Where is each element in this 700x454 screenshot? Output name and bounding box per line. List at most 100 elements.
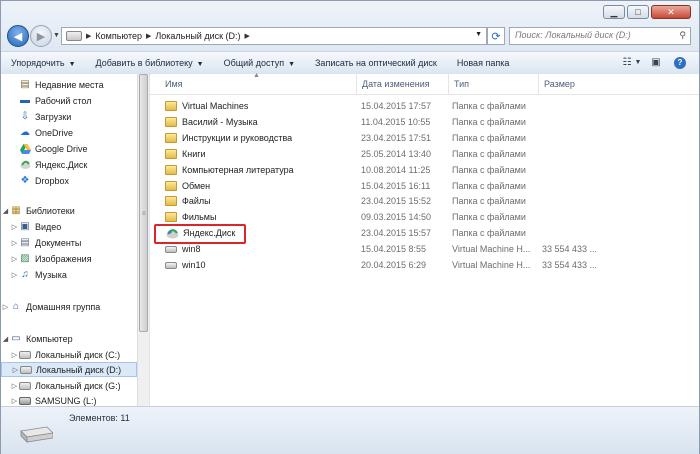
- refresh-button[interactable]: ⟳: [487, 27, 505, 45]
- sidebar-item-drive-d[interactable]: ▷ Локальный диск (D:): [1, 362, 137, 377]
- burn-button[interactable]: Записать на оптический диск: [305, 58, 447, 68]
- file-name: Обмен: [182, 180, 211, 191]
- drive-icon: [66, 31, 82, 41]
- file-name-cell[interactable]: Василий - Музыка: [165, 114, 355, 130]
- expand-icon[interactable]: ▷: [10, 351, 19, 359]
- sidebar-item-computer[interactable]: ◢ ▭ Компьютер: [1, 331, 137, 346]
- preview-pane-button[interactable]: ▣: [647, 55, 665, 70]
- sidebar-item-downloads[interactable]: ⇩ Загрузки: [1, 109, 137, 124]
- expand-icon[interactable]: ▷: [10, 223, 19, 231]
- sidebar-scrollbar-thumb[interactable]: ≡: [139, 74, 148, 332]
- virtual-disk-icon: [165, 261, 177, 269]
- expand-icon[interactable]: ▷: [1, 303, 10, 311]
- file-type: Папка с файлами: [452, 180, 526, 191]
- organize-button[interactable]: Упорядочить ▼: [1, 58, 86, 68]
- table-row[interactable]: Книги 25.05.2014 13:40 Папка с файлами: [150, 146, 699, 162]
- sidebar-item-dropbox[interactable]: ❖ Dropbox: [1, 173, 137, 188]
- file-size: [542, 162, 622, 178]
- sidebar-item-google-drive[interactable]: Google Drive: [1, 141, 137, 156]
- sidebar-item-drive-l[interactable]: ▷ SAMSUNG (L:): [1, 393, 137, 406]
- expand-icon[interactable]: ▷: [10, 255, 19, 263]
- file-size: [542, 114, 622, 130]
- hard-drive-icon: [19, 380, 31, 391]
- table-row[interactable]: win10 20.04.2015 6:29 Virtual Machine H...…: [150, 257, 699, 273]
- sidebar-item-recent-places[interactable]: ▤ Недавние места: [1, 77, 137, 92]
- refresh-icon: ⟳: [491, 30, 501, 43]
- sidebar-item-label: Загрузки: [35, 111, 72, 122]
- breadcrumb-arrow-icon[interactable]: ▶: [146, 32, 151, 40]
- expand-icon[interactable]: ▷: [10, 382, 19, 390]
- file-name-cell[interactable]: Компьютерная литература: [165, 162, 355, 178]
- table-row[interactable]: Файлы 23.04.2015 15:52 Папка с файлами: [150, 193, 699, 209]
- recent-pages-dropdown[interactable]: ▼: [53, 32, 60, 39]
- breadcrumb-drive-d[interactable]: Локальный диск (D:): [155, 31, 240, 41]
- window-controls: ▁ □ ✕: [601, 5, 691, 19]
- sidebar-item-pictures[interactable]: ▷ ▨ Изображения: [1, 251, 137, 266]
- sidebar-item-music[interactable]: ▷ ♫ Музыка: [1, 267, 137, 282]
- add-to-library-button[interactable]: Добавить в библиотеку ▼: [86, 58, 214, 68]
- expand-icon[interactable]: ▷: [10, 397, 19, 405]
- table-row[interactable]: Обмен 15.04.2015 16:11 Папка с файлами: [150, 178, 699, 194]
- chevron-down-icon: ▼: [288, 61, 295, 68]
- drive-large-icon: [17, 425, 54, 443]
- sidebar-scrollbar[interactable]: ≡: [137, 74, 149, 406]
- expand-icon[interactable]: ▷: [11, 366, 20, 374]
- forward-button[interactable]: ▶: [30, 25, 52, 47]
- file-name-cell[interactable]: Файлы: [165, 193, 355, 209]
- file-name-cell[interactable]: win10: [165, 257, 355, 273]
- address-bar[interactable]: ▶ Компьютер ▶ Локальный диск (D:) ▶ ▼: [61, 27, 487, 45]
- back-button[interactable]: ◀: [7, 25, 29, 47]
- table-row[interactable]: Virtual Machines 15.04.2015 17:57 Папка с …: [150, 98, 699, 114]
- column-type[interactable]: Тип: [448, 74, 538, 94]
- file-name-cell[interactable]: Книги: [165, 146, 355, 162]
- item-count: Элементов: 11: [69, 413, 130, 423]
- table-row[interactable]: Компьютерная литература 10.08.2014 11:25 П…: [150, 162, 699, 178]
- file-name-cell[interactable]: Инструкции и руководства: [165, 130, 355, 146]
- sidebar-item-desktop[interactable]: ▬ Рабочий стол: [1, 93, 137, 108]
- column-date[interactable]: Дата изменения: [356, 74, 448, 94]
- folder-icon: [165, 132, 177, 143]
- close-button[interactable]: ✕: [651, 5, 691, 19]
- title-bar: ▁ □ ✕: [1, 1, 699, 23]
- table-row[interactable]: Фильмы 09.03.2015 14:50 Папка с файлами: [150, 209, 699, 225]
- virtual-disk-icon: [165, 245, 177, 253]
- sidebar-item-label: SAMSUNG (L:): [35, 395, 97, 406]
- column-size-label: Размер: [544, 79, 575, 89]
- file-date: 15.04.2015 16:11: [361, 180, 431, 191]
- breadcrumb-arrow-icon[interactable]: ▶: [245, 32, 250, 40]
- breadcrumb-computer[interactable]: Компьютер: [95, 31, 142, 41]
- breadcrumb-arrow-icon[interactable]: ▶: [86, 32, 91, 40]
- file-size: [542, 209, 622, 225]
- help-button[interactable]: ?: [671, 55, 689, 70]
- column-header-row: ▲ Имя Дата изменения Тип Размер: [150, 72, 699, 95]
- sidebar-item-documents[interactable]: ▷ ▤ Документы: [1, 235, 137, 250]
- sidebar-item-drive-g[interactable]: ▷ Локальный диск (G:): [1, 378, 137, 393]
- file-name-cell[interactable]: Фильмы: [165, 209, 355, 225]
- sidebar-item-video[interactable]: ▷ ▣ Видео: [1, 219, 137, 234]
- file-date: 15.04.2015 17:57: [361, 101, 432, 111]
- sidebar-item-yandex-disk[interactable]: Яндекс.Диск: [1, 157, 137, 172]
- maximize-button[interactable]: □: [627, 5, 649, 19]
- table-row[interactable]: Инструкции и руководства 23.04.2015 17:51…: [150, 130, 699, 146]
- table-row[interactable]: Василий - Музыка 11.04.2015 10:55 Папка с …: [150, 114, 699, 130]
- sidebar-item-homegroup[interactable]: ▷ ⌂ Домашняя группа: [1, 299, 137, 314]
- minimize-button[interactable]: ▁: [603, 5, 625, 19]
- expand-icon[interactable]: ▷: [10, 239, 19, 247]
- column-size[interactable]: Размер: [538, 74, 638, 94]
- file-name-cell[interactable]: Обмен: [165, 178, 355, 194]
- expand-icon[interactable]: ▷: [10, 271, 19, 279]
- sidebar-item-drive-c[interactable]: ▷ Локальный диск (C:): [1, 347, 137, 362]
- view-options-button[interactable]: ☷ ▼: [623, 55, 642, 70]
- file-name-cell[interactable]: Virtual Machines: [165, 98, 355, 114]
- share-button[interactable]: Общий доступ ▼: [214, 58, 305, 68]
- search-input[interactable]: Поиск: Локальный диск (D:) ⚲: [509, 27, 691, 45]
- new-folder-button[interactable]: Новая папка: [447, 58, 519, 68]
- sidebar-item-libraries[interactable]: ◢ ▦ Библиотеки: [1, 203, 137, 218]
- file-name: Virtual Machines: [182, 101, 249, 111]
- sidebar-item-label: Недавние места: [35, 79, 104, 90]
- address-history-dropdown[interactable]: ▼: [475, 31, 482, 38]
- column-name[interactable]: Имя: [160, 74, 356, 94]
- sidebar-item-onedrive[interactable]: ☁ OneDrive: [1, 125, 137, 140]
- expand-collapse-icon[interactable]: ◢: [1, 207, 10, 215]
- expand-collapse-icon[interactable]: ◢: [1, 335, 10, 343]
